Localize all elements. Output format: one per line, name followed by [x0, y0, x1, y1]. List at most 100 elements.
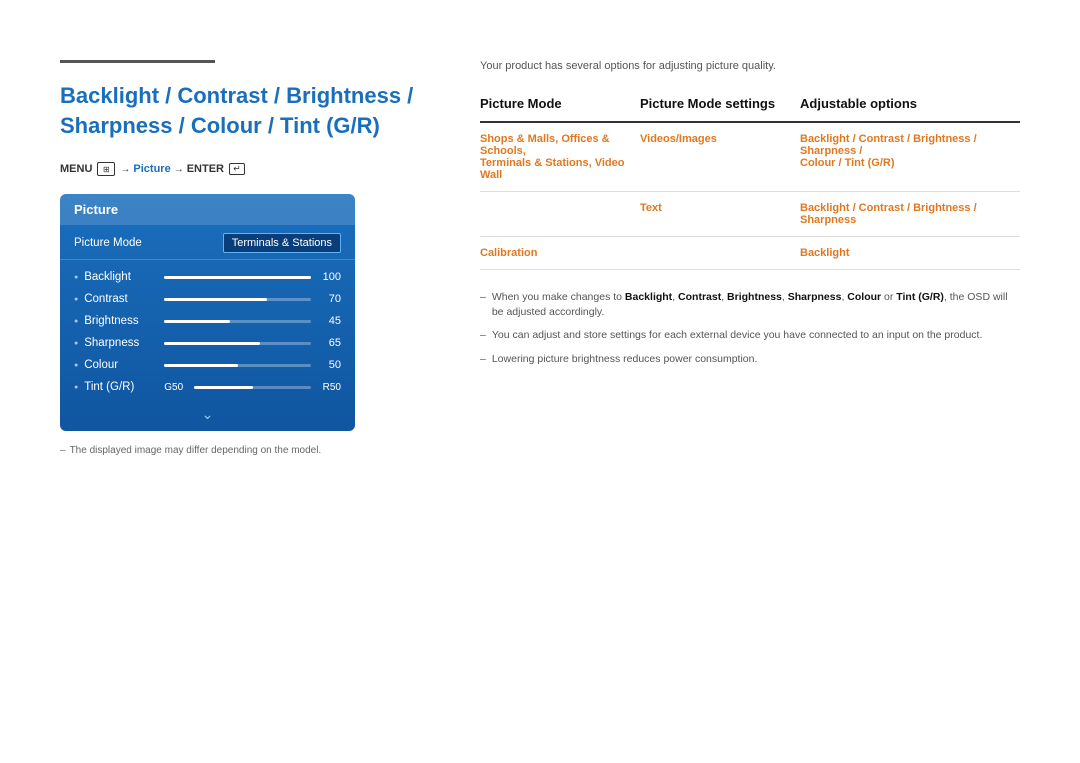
dot-icon: ● — [74, 362, 78, 369]
footer-disclaimer: – The displayed image may differ dependi… — [60, 445, 420, 456]
slider-fill — [164, 364, 237, 367]
options-link: Backlight / Contrast / Brightness / Shar… — [800, 202, 977, 226]
setting-label: Brightness — [84, 315, 164, 327]
dash: – — [60, 445, 66, 456]
col-header-settings: Picture Mode settings — [640, 90, 800, 122]
slider-track — [164, 320, 311, 323]
arrow1: → — [120, 164, 130, 175]
note-dash: – — [480, 352, 486, 367]
table-cell-options: Backlight — [800, 237, 1020, 270]
slider-area: 70 — [164, 293, 341, 305]
note-dash: – — [480, 328, 486, 343]
setting-label: Colour — [84, 359, 164, 371]
tint-label: Tint (G/R) — [84, 381, 164, 393]
menu-icon: ⊞ — [97, 162, 115, 176]
osd-setting-tint: ● Tint (G/R) G50 R50 — [60, 376, 355, 398]
slider-area: 100 — [164, 271, 341, 283]
osd-setting-contrast: ● Contrast 70 — [60, 288, 355, 310]
setting-value: 50 — [317, 359, 341, 371]
enter-label: ENTER — [187, 163, 224, 175]
setting-value: 45 — [317, 315, 341, 327]
menu-label: MENU — [60, 163, 92, 175]
table-cell-options: Backlight / Contrast / Brightness / Shar… — [800, 122, 1020, 192]
dot-icon: ● — [74, 340, 78, 347]
osd-mode-value: Terminals & Stations — [223, 233, 341, 253]
table-cell-mode — [480, 192, 640, 237]
dot-icon: ● — [74, 274, 78, 281]
setting-label: Backlight — [84, 271, 164, 283]
slider-area: 65 — [164, 337, 341, 349]
settings-link: Text — [640, 202, 662, 214]
osd-mode-label: Picture Mode — [74, 237, 142, 249]
table-row: Shops & Malls, Offices & Schools,Termina… — [480, 122, 1020, 192]
left-column: Backlight / Contrast / Brightness /Sharp… — [60, 60, 420, 456]
intro-text: Your product has several options for adj… — [480, 60, 1020, 72]
setting-value: 65 — [317, 337, 341, 349]
slider-area: 50 — [164, 359, 341, 371]
slider-track — [164, 276, 311, 279]
osd-setting-colour: ● Colour 50 — [60, 354, 355, 376]
table-cell-mode: Calibration — [480, 237, 640, 270]
top-decorative-line — [60, 60, 215, 63]
mode-link: Calibration — [480, 247, 537, 259]
osd-mode-row: Picture Mode Terminals & Stations — [60, 225, 355, 260]
right-column: Your product has several options for adj… — [480, 60, 1020, 456]
slider-area: 45 — [164, 315, 341, 327]
osd-header: Picture — [60, 194, 355, 225]
setting-value: 100 — [317, 271, 341, 283]
slider-fill — [164, 276, 311, 279]
scroll-down-icon: ⌄ — [60, 402, 355, 431]
mode-link: Shops & Malls — [480, 133, 555, 145]
note-item: – When you make changes to Backlight, Co… — [480, 290, 1020, 320]
tint-track — [194, 386, 311, 389]
table-cell-settings — [640, 237, 800, 270]
setting-label: Sharpness — [84, 337, 164, 349]
dot-icon: ● — [74, 384, 78, 391]
dot-icon: ● — [74, 318, 78, 325]
table-cell-mode: Shops & Malls, Offices & Schools,Termina… — [480, 122, 640, 192]
osd-setting-brightness: ● Brightness 45 — [60, 310, 355, 332]
note-text: When you make changes to Backlight, Cont… — [492, 290, 1020, 320]
table-row: Text Backlight / Contrast / Brightness /… — [480, 192, 1020, 237]
slider-fill — [164, 298, 267, 301]
col-header-mode: Picture Mode — [480, 90, 640, 122]
note-item: – Lowering picture brightness reduces po… — [480, 352, 1020, 367]
note-dash: – — [480, 290, 486, 305]
setting-value: 70 — [317, 293, 341, 305]
notes-section: – When you make changes to Backlight, Co… — [480, 290, 1020, 367]
slider-track — [164, 342, 311, 345]
osd-panel: Picture Picture Mode Terminals & Station… — [60, 194, 355, 431]
enter-icon — [229, 163, 245, 175]
osd-setting-backlight: ● Backlight 100 — [60, 266, 355, 288]
tint-slider-area: G50 R50 — [164, 382, 341, 393]
page-title: Backlight / Contrast / Brightness /Sharp… — [60, 81, 420, 140]
tint-fill — [194, 386, 252, 389]
mode-link: Terminals & Stations — [480, 157, 589, 169]
slider-fill — [164, 320, 230, 323]
slider-fill — [164, 342, 259, 345]
menu-path: MENU ⊞ → Picture → ENTER — [60, 162, 420, 176]
info-table: Picture Mode Picture Mode settings Adjus… — [480, 90, 1020, 270]
osd-settings-list: ● Backlight 100 ● Contrast — [60, 260, 355, 402]
options-link: Backlight / Contrast / Brightness / Shar… — [800, 133, 977, 169]
slider-track — [164, 298, 311, 301]
osd-setting-sharpness: ● Sharpness 65 — [60, 332, 355, 354]
tint-right-label: R50 — [315, 382, 341, 393]
dot-icon: ● — [74, 296, 78, 303]
table-cell-settings: Text — [640, 192, 800, 237]
disclaimer-text: The displayed image may differ depending… — [70, 445, 322, 456]
slider-track — [164, 364, 311, 367]
options-link: Backlight — [800, 247, 850, 259]
table-cell-options: Backlight / Contrast / Brightness / Shar… — [800, 192, 1020, 237]
table-row: Calibration Backlight — [480, 237, 1020, 270]
arrow2: → — [174, 164, 184, 175]
setting-label: Contrast — [84, 293, 164, 305]
settings-link: Videos/Images — [640, 133, 717, 145]
col-header-options: Adjustable options — [800, 90, 1020, 122]
note-text: Lowering picture brightness reduces powe… — [492, 352, 758, 367]
note-item: – You can adjust and store settings for … — [480, 328, 1020, 343]
picture-link[interactable]: Picture — [133, 163, 170, 175]
note-text: You can adjust and store settings for ea… — [492, 328, 983, 343]
tint-left-label: G50 — [164, 382, 190, 393]
table-cell-settings: Videos/Images — [640, 122, 800, 192]
